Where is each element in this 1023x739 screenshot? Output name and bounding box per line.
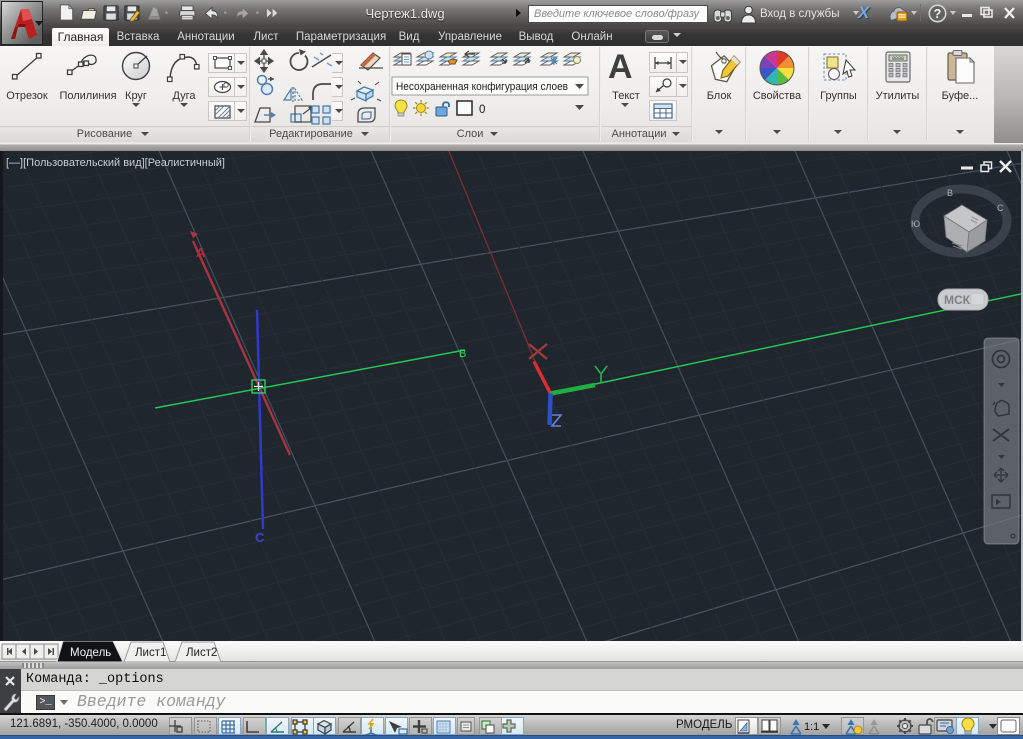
svg-text:0: 0 [479, 104, 485, 116]
svg-text:Лист1: Лист1 [135, 647, 166, 659]
svg-text:Лист2: Лист2 [186, 647, 217, 659]
svg-text:А: А [196, 245, 206, 260]
svg-text:С: С [255, 530, 265, 545]
svg-text:8888: 8888 [892, 56, 904, 62]
svg-text:B: B [459, 348, 466, 360]
svg-text:Несохраненная конфигурация сло: Несохраненная конфигурация слоев [396, 81, 568, 93]
svg-text:Ю: Ю [911, 219, 920, 229]
svg-text:?: ? [934, 7, 942, 21]
svg-text:1:1: 1:1 [804, 721, 819, 733]
svg-text:Модель: Модель [70, 647, 111, 659]
svg-text:С: С [997, 203, 1004, 213]
svg-text:В: В [947, 188, 953, 198]
svg-text:МСК: МСК [944, 293, 971, 307]
